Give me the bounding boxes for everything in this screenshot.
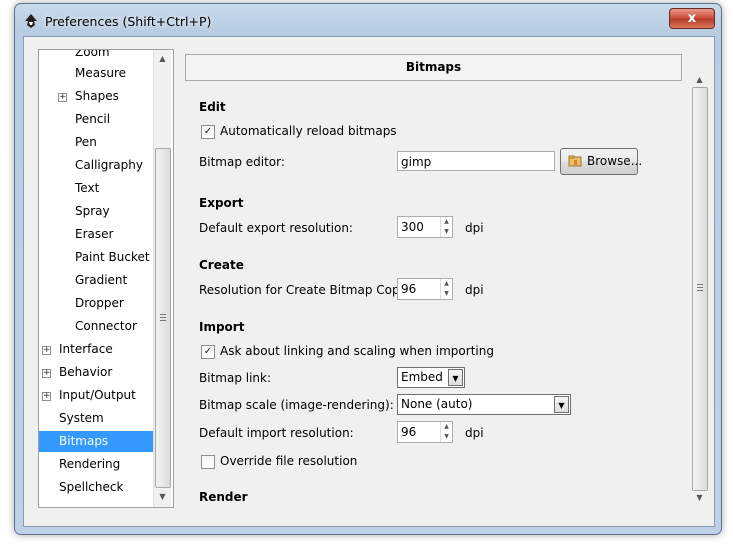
folder-icon xyxy=(568,155,582,167)
tree-item-connector[interactable]: Connector xyxy=(75,316,137,337)
title-bar[interactable]: Preferences (Shift+Ctrl+P) x xyxy=(15,4,721,36)
bitmap-scale-label: Bitmap scale (image-rendering): xyxy=(199,398,394,412)
ask-linking-label[interactable]: Ask about linking and scaling when impor… xyxy=(220,344,494,358)
bitmap-editor-input[interactable]: gimp xyxy=(397,151,555,171)
tree-item-calligraphy[interactable]: Calligraphy xyxy=(75,155,143,176)
bitmap-scale-select[interactable]: None (auto) ▼ xyxy=(397,394,571,415)
inkscape-app-icon xyxy=(25,14,37,28)
tree-item-measure[interactable]: Measure xyxy=(75,63,126,84)
tree-item-interface[interactable]: Interface xyxy=(59,339,113,360)
spin-up-icon[interactable]: ▲ xyxy=(440,217,452,227)
client-area: Zoom Measure + Shapes Pencil Pen Calligr… xyxy=(23,36,715,527)
tree-item-pencil[interactable]: Pencil xyxy=(75,109,110,130)
create-heading: Create xyxy=(199,258,244,272)
tree-item-gradient[interactable]: Gradient xyxy=(75,270,127,291)
window-title: Preferences (Shift+Ctrl+P) xyxy=(45,14,212,29)
ask-linking-checkbox[interactable]: ✓ xyxy=(201,345,215,359)
tree-item-system[interactable]: System xyxy=(59,408,104,429)
spin-down-icon[interactable]: ▼ xyxy=(440,289,452,299)
render-heading: Render xyxy=(199,490,248,504)
scroll-down-icon[interactable]: ▼ xyxy=(691,489,708,506)
tree-item-dropper[interactable]: Dropper xyxy=(75,293,124,314)
panel-scroll-thumb[interactable] xyxy=(692,87,708,491)
scroll-down-icon[interactable]: ▼ xyxy=(154,488,171,505)
tree-item-paint-bucket[interactable]: Paint Bucket xyxy=(75,247,150,268)
scroll-up-icon[interactable]: ▲ xyxy=(691,71,708,88)
expand-icon[interactable]: + xyxy=(42,369,51,378)
import-resolution-label: Default import resolution: xyxy=(199,426,354,440)
export-heading: Export xyxy=(199,196,244,210)
tree-item-zoom[interactable]: Zoom xyxy=(75,50,110,63)
dropdown-arrow-icon[interactable]: ▼ xyxy=(448,369,463,386)
expand-icon[interactable]: + xyxy=(42,346,51,355)
override-resolution-checkbox[interactable] xyxy=(201,455,215,469)
import-resolution-spinner[interactable]: 96 ▲ ▼ xyxy=(397,421,453,443)
expand-icon[interactable]: + xyxy=(42,392,51,401)
edit-heading: Edit xyxy=(199,100,226,114)
override-resolution-label[interactable]: Override file resolution xyxy=(220,454,357,468)
panel-scrollbar[interactable]: ▲ ▼ xyxy=(691,71,708,506)
tree-item-spray[interactable]: Spray xyxy=(75,201,110,222)
preferences-window: Preferences (Shift+Ctrl+P) x Zoom Measur… xyxy=(14,3,722,535)
tree-item-eraser[interactable]: Eraser xyxy=(75,224,113,245)
close-icon: x xyxy=(687,11,697,26)
tree-item-spellcheck[interactable]: Spellcheck xyxy=(59,477,123,498)
auto-reload-label[interactable]: Automatically reload bitmaps xyxy=(220,124,397,138)
import-heading: Import xyxy=(199,320,245,334)
bitmaps-panel: Bitmaps Edit ✓ Automatically reload bitm… xyxy=(185,54,682,506)
dropdown-arrow-icon[interactable]: ▼ xyxy=(554,396,569,413)
tree-scrollbar[interactable]: ▲ ▼ xyxy=(153,50,171,507)
tree-item-rendering[interactable]: Rendering xyxy=(59,454,120,475)
export-resolution-label: Default export resolution: xyxy=(199,221,353,235)
browse-button[interactable]: Browse... xyxy=(560,148,642,175)
tree-item-behavior[interactable]: Behavior xyxy=(59,362,112,383)
auto-reload-checkbox[interactable]: ✓ xyxy=(201,125,215,139)
close-button[interactable]: x xyxy=(669,8,715,29)
create-resolution-spinner[interactable]: 96 ▲ ▼ xyxy=(397,278,453,300)
panel-title: Bitmaps xyxy=(185,54,682,81)
tree-item-text[interactable]: Text xyxy=(75,178,99,199)
tree-item-shapes[interactable]: Shapes xyxy=(75,86,119,107)
spin-up-icon[interactable]: ▲ xyxy=(440,422,452,432)
scroll-up-icon[interactable]: ▲ xyxy=(154,50,171,67)
tree-item-bitmaps[interactable]: Bitmaps xyxy=(39,431,171,452)
bitmap-link-label: Bitmap link: xyxy=(199,371,272,385)
preferences-tree: Zoom Measure + Shapes Pencil Pen Calligr… xyxy=(38,49,174,508)
import-unit: dpi xyxy=(465,426,484,440)
bitmap-link-select[interactable]: Embed ▼ xyxy=(397,367,465,388)
browse-label: Browse... xyxy=(587,154,643,168)
expand-icon[interactable]: + xyxy=(58,93,67,102)
spin-up-icon[interactable]: ▲ xyxy=(440,279,452,289)
tree-scroll-thumb[interactable] xyxy=(155,148,171,488)
bitmap-editor-label: Bitmap editor: xyxy=(199,155,285,169)
spin-down-icon[interactable]: ▼ xyxy=(440,432,452,442)
create-unit: dpi xyxy=(465,283,484,297)
tree-item-input-output[interactable]: Input/Output xyxy=(59,385,136,406)
spin-down-icon[interactable]: ▼ xyxy=(440,227,452,237)
create-resolution-label: Resolution for Create Bitmap Copy: xyxy=(199,283,410,297)
export-resolution-spinner[interactable]: 300 ▲ ▼ xyxy=(397,216,453,238)
tree-item-pen[interactable]: Pen xyxy=(75,132,97,153)
export-unit: dpi xyxy=(465,221,484,235)
